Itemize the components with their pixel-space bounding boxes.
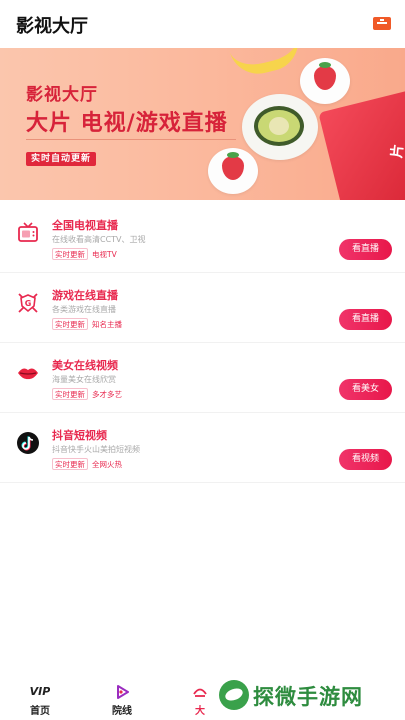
tv-icon <box>18 222 38 242</box>
tiktok-icon <box>17 432 39 454</box>
tab-label: 首页 <box>30 706 50 717</box>
item-title: 游戏在线直播 <box>52 289 118 302</box>
tab-label: 院线 <box>112 706 132 717</box>
banana-image <box>229 48 305 81</box>
item-title: 全国电视直播 <box>52 219 118 232</box>
item-tag-category: 全网火热 <box>92 460 122 469</box>
watermark-text: 探微手游网 <box>253 685 363 709</box>
game-shield-icon: G <box>18 293 38 313</box>
item-description: 海量美女在线欣赏 <box>52 375 116 384</box>
item-tag-category: 知名主播 <box>92 320 122 329</box>
play-icon <box>92 684 152 700</box>
vip-icon: VIP <box>10 684 70 700</box>
svg-text:G: G <box>25 299 32 308</box>
banner-title-big: 大片 电视/游戏直播 <box>26 111 228 136</box>
tab-cinema[interactable]: 院线 <box>92 684 152 717</box>
watch-live-button[interactable]: 看直播 <box>339 309 392 330</box>
avocado-image <box>254 106 304 146</box>
watch-live-button[interactable]: 看直播 <box>339 239 392 260</box>
item-title: 抖音短视频 <box>52 429 107 442</box>
channel-list: 全国电视直播 在线收看高清CCTV、卫视 实时更新 电视TV 看直播 G 游戏在… <box>0 203 405 483</box>
banner-tag: 实时自动更新 <box>26 152 97 166</box>
watch-beauty-button[interactable]: 看美女 <box>339 379 392 400</box>
list-item[interactable]: 全国电视直播 在线收看高清CCTV、卫视 实时更新 电视TV 看直播 <box>0 203 405 273</box>
item-tag-update: 实时更新 <box>52 458 88 470</box>
watch-video-button[interactable]: 看视频 <box>339 449 392 470</box>
svg-text:VIP: VIP <box>30 685 50 698</box>
item-description: 各类游戏在线直播 <box>52 305 116 314</box>
red-gift-box-image: 片 <box>318 86 405 200</box>
banner-title-small: 影视大厅 <box>26 85 98 105</box>
page-title: 影视大厅 <box>16 16 88 37</box>
list-item[interactable]: 美女在线视频 海量美女在线欣赏 实时更新 多才多艺 看美女 <box>0 343 405 413</box>
leaf-logo-icon <box>219 680 249 710</box>
item-tag-update: 实时更新 <box>52 248 88 260</box>
item-tag-category: 多才多艺 <box>92 390 122 399</box>
list-item[interactable]: G 游戏在线直播 各类游戏在线直播 实时更新 知名主播 看直播 <box>0 273 405 343</box>
banner-divider <box>26 139 236 140</box>
tab-home[interactable]: VIP 首页 <box>10 684 70 717</box>
item-tag-update: 实时更新 <box>52 318 88 330</box>
site-watermark: 探微手游网 <box>219 678 405 716</box>
item-tag-update: 实时更新 <box>52 388 88 400</box>
item-description: 抖音快手火山美拍短视频 <box>52 445 140 454</box>
lips-icon <box>18 368 38 380</box>
item-title: 美女在线视频 <box>52 359 118 372</box>
top-bar: 影视大厅 <box>0 0 405 48</box>
item-tag-category: 电视TV <box>92 250 117 259</box>
item-description: 在线收看高清CCTV、卫视 <box>52 235 146 244</box>
list-menu-icon[interactable] <box>373 17 391 30</box>
promo-banner[interactable]: 片 影视大厅 大片 电视/游戏直播 实时自动更新 <box>0 48 405 200</box>
list-item[interactable]: 抖音短视频 抖音快手火山美拍短视频 实时更新 全网火热 看视频 <box>0 413 405 483</box>
